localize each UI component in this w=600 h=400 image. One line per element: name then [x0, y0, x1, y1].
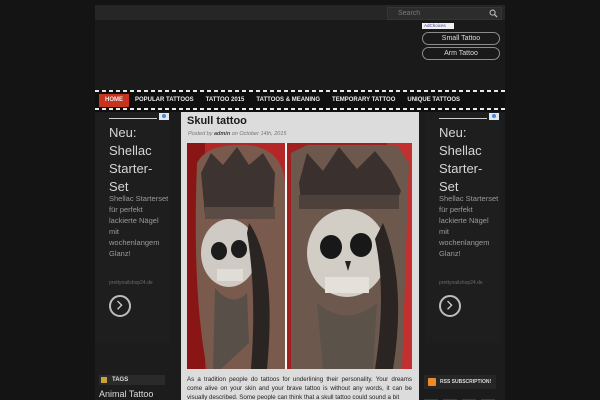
ad-link-arm-tattoo[interactable]: Arm Tattoo [422, 47, 500, 60]
tags-header: TAGS [99, 375, 165, 385]
nav-item-tattoos-meaning[interactable]: TATTOOS & MEANING [250, 94, 326, 107]
nav-border-top [95, 90, 505, 92]
ad-divider [439, 118, 487, 119]
left-sidebar: Neu: Shellac Starter- Set Shellac Starte… [95, 113, 170, 400]
post-title[interactable]: Skull tattoo [187, 115, 247, 127]
rss-label[interactable]: RSS SUBSCRIPTION! [440, 375, 491, 389]
ad-title[interactable]: Neu: Shellac Starter- Set [439, 124, 499, 196]
search-icon[interactable] [489, 9, 498, 18]
adchoices-icon[interactable] [489, 113, 499, 120]
rss-icon[interactable] [428, 378, 436, 386]
nav-item-tattoo-2015[interactable]: TATTOO 2015 [200, 94, 251, 107]
right-sidebar: Neu: Shellac Starter- Set Shellac Starte… [424, 113, 500, 400]
ad-text: Shellac Starterset für perfekt lackierte… [439, 194, 499, 258]
search-input[interactable] [388, 8, 494, 19]
adchoices-icon[interactable] [159, 113, 169, 120]
main-post: Skull tattoo Posted by admin on October … [181, 112, 419, 400]
post-author[interactable]: admin [214, 131, 230, 137]
post-date: on October 14th, 2015 [231, 131, 287, 137]
search-box[interactable] [387, 7, 502, 20]
post-meta: Posted by admin on October 14th, 2015 [188, 131, 286, 137]
nav-border-bottom [95, 108, 505, 110]
ad-link-small-tattoo[interactable]: Small Tattoo [422, 32, 500, 45]
nav-item-unique-tattoos[interactable]: UNIQUE TATTOOS [401, 94, 466, 107]
tags-label: TAGS [112, 377, 129, 383]
top-bar [95, 5, 505, 20]
tattoo-photo[interactable] [187, 143, 412, 369]
site-header: AdChoices Small Tattoo Arm Tattoo [95, 20, 505, 90]
ad-arrow-button[interactable] [109, 295, 131, 317]
right-ad[interactable]: Neu: Shellac Starter- Set Shellac Starte… [425, 113, 500, 343]
nav-item-temporary-tattoo[interactable]: TEMPORARY TATTOO [326, 94, 401, 107]
ad-divider [109, 118, 157, 119]
nav-item-home[interactable]: HOME [99, 94, 129, 107]
tag-icon [101, 377, 107, 383]
ad-text: Shellac Starterset für perfekt lackierte… [109, 194, 169, 258]
rss-header: RSS SUBSCRIPTION! [424, 375, 496, 389]
nav-item-popular-tattoos[interactable]: POPULAR TATTOOS [129, 94, 200, 107]
tag-link-animal-tattoo[interactable]: Animal Tattoo [99, 389, 153, 399]
ad-arrow-button[interactable] [439, 295, 461, 317]
page-wrapper: AdChoices Small Tattoo Arm Tattoo HOME P… [95, 5, 505, 400]
main-nav: HOME POPULAR TATTOOS TATTOO 2015 TATTOOS… [95, 90, 505, 112]
adchoices-badge[interactable]: AdChoices [422, 23, 454, 29]
ad-source[interactable]: prettynailshop24.de [439, 280, 483, 286]
left-ad[interactable]: Neu: Shellac Starter- Set Shellac Starte… [95, 113, 170, 343]
meta-prefix: Posted by [188, 131, 213, 137]
ad-source[interactable]: prettynailshop24.de [109, 280, 153, 286]
nav-items: HOME POPULAR TATTOOS TATTOO 2015 TATTOOS… [99, 94, 466, 107]
ad-title[interactable]: Neu: Shellac Starter- Set [109, 124, 169, 196]
post-body: As a tradition people do tattoos for und… [187, 376, 412, 400]
